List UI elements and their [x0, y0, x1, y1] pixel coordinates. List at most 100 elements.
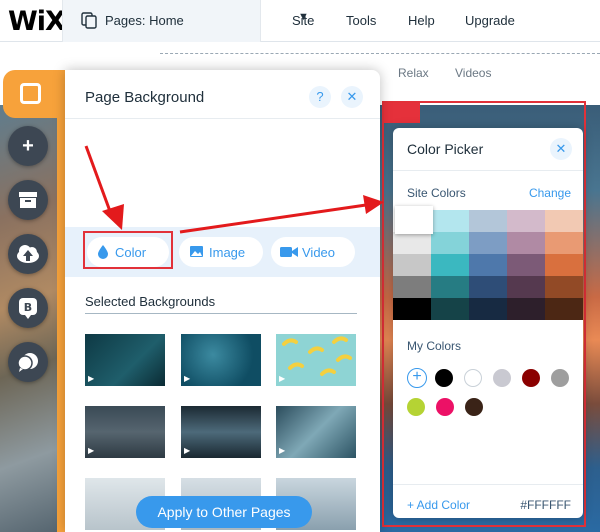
color-swatch[interactable] — [545, 298, 583, 320]
color-swatch[interactable] — [469, 276, 507, 298]
menu-tools[interactable]: Tools — [346, 13, 376, 28]
menu-site[interactable]: Site — [292, 13, 314, 28]
color-swatch[interactable] — [431, 298, 469, 320]
close-button[interactable]: ✕ — [341, 86, 363, 108]
rail-accent-strip — [57, 70, 65, 532]
editor-top-bar: WiX Pages: Home ▼ Site Tools Help Upgrad… — [0, 0, 600, 42]
store-button[interactable] — [8, 180, 48, 220]
color-swatch[interactable] — [393, 276, 431, 298]
blog-letter: B — [24, 301, 32, 314]
background-thumbnail[interactable]: ▶ — [276, 334, 356, 386]
color-swatch[interactable] — [507, 232, 545, 254]
video-camera-icon: ▶ — [184, 374, 191, 383]
banana-pattern-icon — [282, 336, 352, 376]
site-nav-videos[interactable]: Videos — [455, 66, 491, 80]
my-color-swatch[interactable] — [493, 369, 511, 387]
video-camera-icon: ▶ — [88, 374, 95, 383]
chat-button[interactable] — [8, 342, 48, 382]
picker-header-divider — [393, 170, 583, 171]
pages-dropdown[interactable]: Pages: Home ▼ — [62, 0, 309, 42]
image-icon — [190, 246, 203, 257]
help-button[interactable]: ? — [309, 86, 331, 108]
panel-title: Page Background — [85, 89, 205, 106]
upload-icon — [17, 245, 39, 263]
my-color-swatch[interactable] — [522, 369, 540, 387]
my-color-swatch[interactable] — [551, 369, 569, 387]
chat-icon — [17, 353, 38, 372]
help-icon: ? — [316, 89, 324, 104]
background-thumbnail[interactable]: ▶ — [85, 406, 165, 458]
close-icon: ✕ — [555, 141, 567, 156]
selected-backgrounds-divider — [85, 313, 357, 314]
my-color-swatch[interactable] — [435, 369, 453, 387]
selected-backgrounds-title: Selected Backgrounds — [85, 294, 216, 309]
color-swatch[interactable] — [431, 276, 469, 298]
image-type-button[interactable]: Image — [179, 237, 263, 267]
background-icon — [20, 83, 41, 104]
menu-upgrade[interactable]: Upgrade — [465, 13, 515, 28]
store-icon — [19, 192, 37, 208]
site-colors-label: Site Colors — [407, 186, 466, 200]
hex-value[interactable]: #FFFFFF — [520, 498, 571, 512]
color-swatch[interactable] — [431, 232, 469, 254]
add-button[interactable]: + — [8, 126, 48, 166]
color-swatch[interactable] — [469, 254, 507, 276]
background-thumbnail[interactable]: ▶ — [85, 334, 165, 386]
annotation-tab — [384, 103, 420, 123]
video-camera-icon: ▶ — [279, 446, 286, 455]
my-color-swatch[interactable] — [436, 398, 454, 416]
add-color-link[interactable]: + Add Color — [407, 498, 470, 512]
color-swatch[interactable] — [507, 298, 545, 320]
annotation-color-highlight — [83, 231, 173, 269]
blog-button[interactable]: B — [8, 288, 48, 328]
close-icon: ✕ — [346, 89, 358, 104]
video-type-label: Video — [302, 245, 336, 260]
background-tool-button[interactable] — [3, 70, 57, 118]
menu-help[interactable]: Help — [408, 13, 435, 28]
my-color-swatch[interactable] — [464, 369, 482, 387]
my-color-swatch[interactable] — [407, 398, 425, 416]
color-swatch[interactable] — [545, 276, 583, 298]
video-camera-icon: ▶ — [279, 374, 286, 383]
panel-header-divider — [65, 118, 380, 119]
color-swatch[interactable] — [393, 254, 431, 276]
color-swatch[interactable] — [545, 232, 583, 254]
color-swatch[interactable] — [545, 254, 583, 276]
background-thumbnail[interactable]: ▶ — [276, 406, 356, 458]
video-camera-icon — [280, 247, 298, 257]
color-picker-title: Color Picker — [407, 141, 484, 157]
video-camera-icon: ▶ — [184, 446, 191, 455]
color-swatch[interactable] — [545, 210, 583, 232]
add-custom-color-button[interactable]: + — [407, 368, 427, 388]
upload-button[interactable] — [8, 234, 48, 274]
color-swatch[interactable] — [393, 232, 431, 254]
apply-to-other-pages-button[interactable]: Apply to Other Pages — [136, 496, 312, 528]
video-camera-icon: ▶ — [88, 446, 95, 455]
color-picker-panel: Color Picker ✕ Site Colors Change My Col… — [393, 128, 583, 518]
video-type-button[interactable]: Video — [271, 237, 355, 267]
site-nav-relax[interactable]: Relax — [398, 66, 429, 80]
blog-icon: B — [19, 298, 37, 319]
color-swatch[interactable] — [431, 210, 469, 232]
color-swatch[interactable] — [507, 276, 545, 298]
color-swatch[interactable] — [469, 210, 507, 232]
color-swatch[interactable] — [507, 210, 545, 232]
wix-logo[interactable]: WiX — [8, 6, 66, 37]
pages-icon — [81, 12, 97, 29]
my-color-swatch[interactable] — [465, 398, 483, 416]
picker-footer-divider — [393, 484, 583, 485]
background-thumbnail[interactable]: ▶ — [181, 406, 261, 458]
color-swatch[interactable] — [469, 232, 507, 254]
selected-swatch[interactable] — [395, 206, 433, 234]
background-thumbnail[interactable]: ▶ — [181, 334, 261, 386]
add-icon: + — [22, 135, 34, 157]
change-site-colors-link[interactable]: Change — [529, 186, 571, 200]
color-swatch[interactable] — [469, 298, 507, 320]
pages-dropdown-label: Pages: Home — [105, 13, 184, 28]
color-picker-close-button[interactable]: ✕ — [550, 138, 572, 160]
color-swatch[interactable] — [507, 254, 545, 276]
page-background-panel: Page Background ? ✕ Color Image Video Se… — [65, 70, 380, 532]
image-type-label: Image — [209, 245, 246, 260]
color-swatch[interactable] — [431, 254, 469, 276]
color-swatch[interactable] — [393, 298, 431, 320]
